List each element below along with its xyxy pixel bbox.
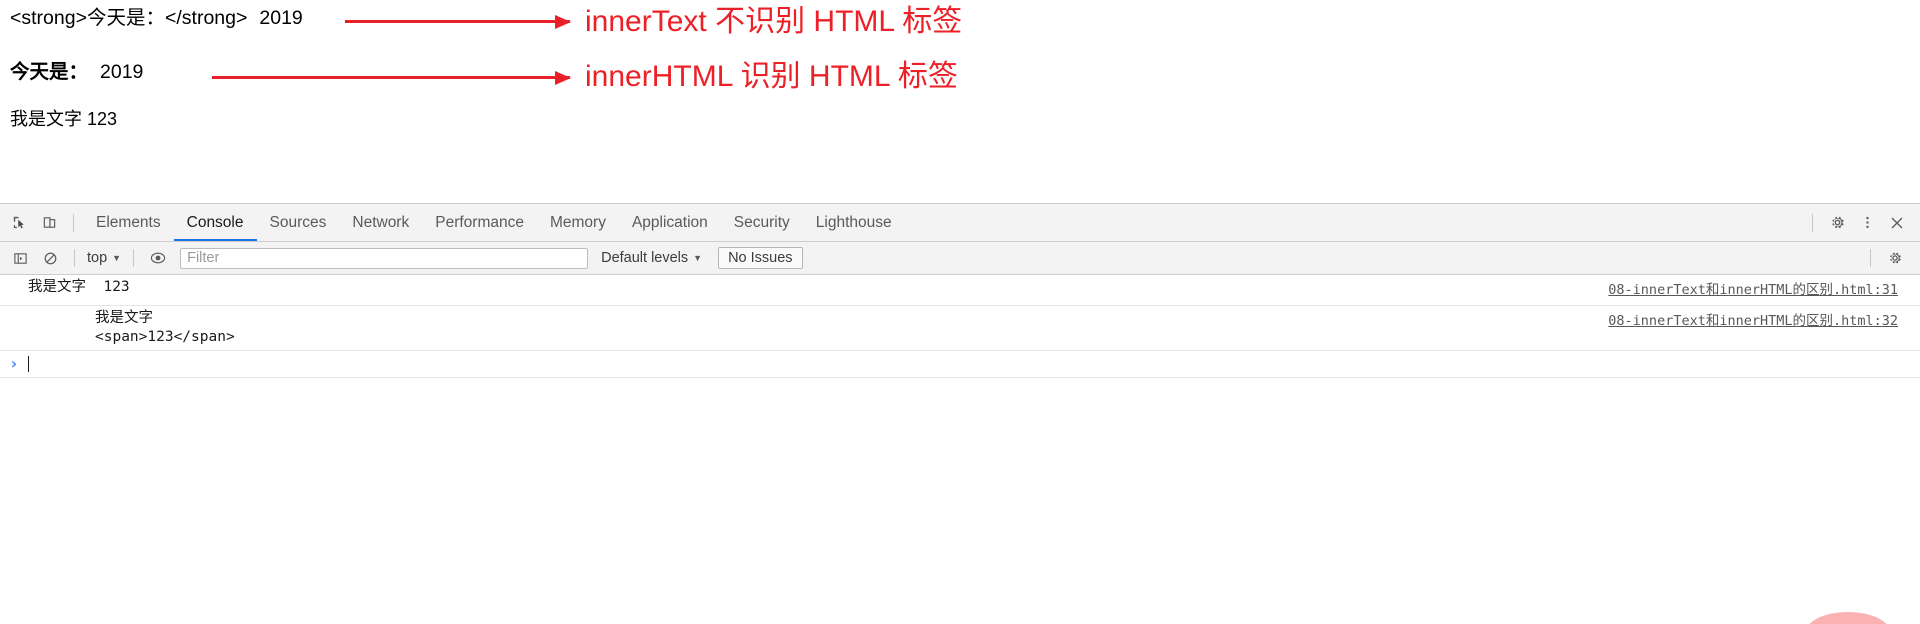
devtools-tabbar-actions [1803, 209, 1916, 237]
console-filter-toolbar: top ▼ Default levels ▼ No Issues [0, 242, 1920, 275]
issues-button[interactable]: No Issues [718, 247, 803, 269]
close-icon[interactable] [1882, 209, 1912, 237]
tab-performance[interactable]: Performance [422, 204, 537, 241]
gear-icon[interactable] [1822, 209, 1852, 237]
chevron-down-icon: ▼ [693, 252, 703, 263]
devtools-tabbar: Elements Console Sources Network Perform… [0, 204, 1920, 242]
text-cursor [27, 356, 29, 372]
console-source-link[interactable]: 08-innerText和innerHTML的区别.html:31 [1608, 278, 1898, 298]
toolbar-divider [73, 213, 74, 232]
filterbar-divider-2 [133, 249, 135, 267]
page-text-plain: 我是文字 123 [10, 109, 118, 129]
gear-icon[interactable] [1880, 244, 1910, 272]
console-sidebar-icon[interactable] [5, 244, 35, 272]
rendered-page-area: <strong>今天是：</strong> 2019 今天是： 2019 我是文字 … [0, 0, 1920, 203]
devtools-panel: Elements Console Sources Network Perform… [0, 203, 1920, 624]
tab-sources[interactable]: Sources [257, 204, 340, 241]
toolbar-divider-right [1812, 213, 1813, 232]
log-levels-value: Default levels [601, 250, 689, 266]
tab-application[interactable]: Application [619, 204, 721, 241]
tag-close-text: </strong> [165, 7, 248, 29]
console-source-link[interactable]: 08-innerText和innerHTML的区别.html:32 [1608, 309, 1898, 329]
console-message-row[interactable]: 我是文字 123 08-innerText和innerHTML的区别.html:… [0, 275, 1920, 306]
annotation-label-innerhtml: innerHTML 识别 HTML 标签 [585, 60, 958, 93]
execution-context-value: top [87, 250, 108, 266]
line1-label-text: 今天是： [86, 7, 165, 29]
annotation-arrow-innertext [345, 14, 571, 29]
inspect-element-icon[interactable] [4, 209, 34, 237]
console-message-row[interactable]: 我是文字 <span>123</span> 08-innerText和inner… [0, 306, 1920, 351]
tab-console[interactable]: Console [173, 204, 257, 241]
filter-input[interactable] [180, 247, 589, 269]
filterbar-actions [1861, 244, 1915, 272]
execution-context-selector[interactable]: top ▼ [84, 250, 124, 266]
console-prompt[interactable]: › [0, 351, 1920, 378]
annotation-arrow-innerhtml [212, 70, 571, 85]
more-options-icon[interactable] [1852, 209, 1882, 237]
filterbar-divider-1 [74, 249, 75, 267]
page-text-innerhtml-output: 今天是： 2019 [10, 61, 144, 83]
tab-memory[interactable]: Memory [537, 204, 619, 241]
line2-value: 2019 [100, 61, 144, 83]
prompt-chevron-icon: › [9, 354, 19, 373]
live-expression-icon[interactable] [143, 244, 173, 272]
line2-label: 今天是： [10, 61, 89, 83]
chevron-down-icon: ▼ [112, 252, 122, 263]
tab-elements[interactable]: Elements [83, 204, 174, 241]
device-toolbar-icon[interactable] [34, 209, 64, 237]
tab-security[interactable]: Security [721, 204, 803, 241]
page-text-innertext-output: <strong>今天是：</strong> 2019 [10, 7, 303, 29]
console-message-list: 我是文字 123 08-innerText和innerHTML的区别.html:… [0, 275, 1920, 378]
tab-lighthouse[interactable]: Lighthouse [803, 204, 905, 241]
clear-console-icon[interactable] [35, 244, 65, 272]
tab-network[interactable]: Network [339, 204, 422, 241]
log-levels-selector[interactable]: Default levels ▼ [595, 250, 708, 266]
line1-value: 2019 [259, 7, 303, 29]
filterbar-divider-3 [1870, 249, 1871, 267]
corner-decoration [1806, 612, 1890, 624]
tag-open-text: <strong> [10, 7, 87, 29]
annotation-label-innertext: innerText 不识别 HTML 标签 [585, 5, 963, 38]
